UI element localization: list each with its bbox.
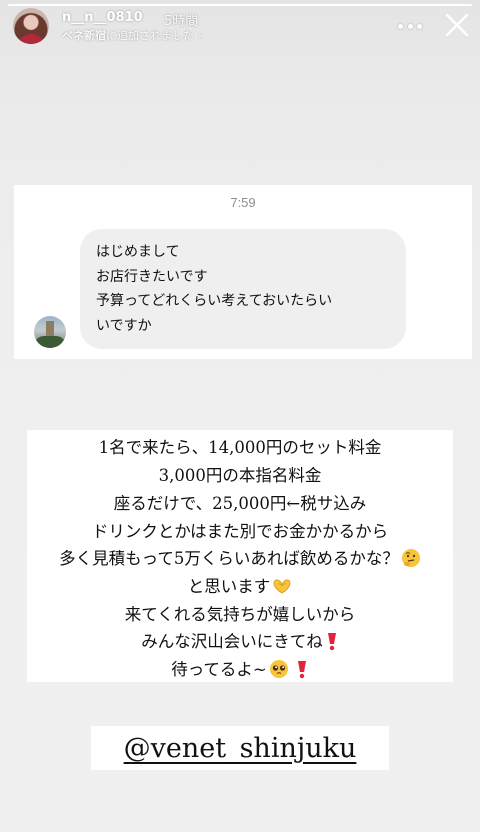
more-horizontal-icon[interactable]: [398, 14, 422, 38]
message-line: お店行きたいです: [96, 268, 208, 285]
story-caption: 1名で来たら、14,000円のセット料金 3,000円の本指名料金 座るだけで、…: [27, 430, 453, 682]
message-timestamp: 7:59: [230, 195, 256, 210]
caption-line: 1名で来たら、14,000円のセット料金: [98, 438, 382, 457]
story-header: n__n__0810 5時間 ベネ新宿に追加されました ›: [0, 0, 480, 56]
mention-handle[interactable]: @venet_shinjuku: [124, 733, 357, 764]
highlight-link[interactable]: ベネ新宿に追加されました ›: [62, 27, 202, 43]
message-line: いですか: [96, 317, 152, 334]
caption-line: 待ってるよ~: [27, 656, 453, 680]
caption-line: 座るだけで、25,000円←税サ込み: [113, 494, 367, 513]
close-icon[interactable]: [444, 12, 470, 38]
pleading-face-icon: [269, 660, 288, 678]
caption-line: 3,000円の本指名料金: [158, 466, 322, 485]
thinking-face-icon: [401, 549, 420, 567]
caption-line: ドリンクとかはまた別でお金かかるから: [91, 522, 389, 541]
chevron-right-icon: ›: [197, 29, 202, 42]
caption-line: 来てくれる気持ちが嬉しいから: [124, 605, 356, 624]
mention-sticker[interactable]: @venet_shinjuku: [91, 726, 389, 770]
caption-line: みんな沢山会いにきてね: [27, 628, 453, 652]
heart-hands-icon: [273, 579, 291, 594]
message-line: はじめまして: [96, 244, 180, 260]
highlight-name: ベネ新宿: [62, 29, 106, 42]
highlight-suffix: に追加されました: [106, 29, 194, 42]
message-bubble: はじめまして お店行きたいです 予算ってどれくらい考えておいたらい いですか: [80, 229, 406, 349]
username[interactable]: n__n__0810: [62, 10, 143, 25]
message-line: 予算ってどれくらい考えておいたらい: [96, 293, 333, 309]
sender-avatar: [34, 316, 66, 348]
heavy-exclamation-icon: [327, 633, 336, 651]
caption-line: と思います: [27, 573, 453, 597]
user-avatar[interactable]: [13, 8, 49, 44]
heavy-exclamation-icon: [297, 661, 306, 679]
dm-screenshot: 7:59 はじめまして お店行きたいです 予算ってどれくらい考えておいたらい い…: [14, 185, 472, 359]
caption-line: 多く見積もって5万くらいあれば飲めるかな？: [27, 545, 453, 569]
